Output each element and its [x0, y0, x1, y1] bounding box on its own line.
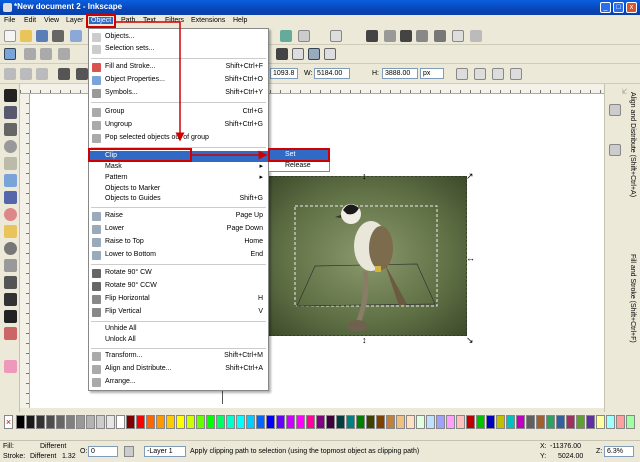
arrow-object-to-clip	[116, 21, 185, 142]
annotation-arrows	[116, 21, 268, 160]
